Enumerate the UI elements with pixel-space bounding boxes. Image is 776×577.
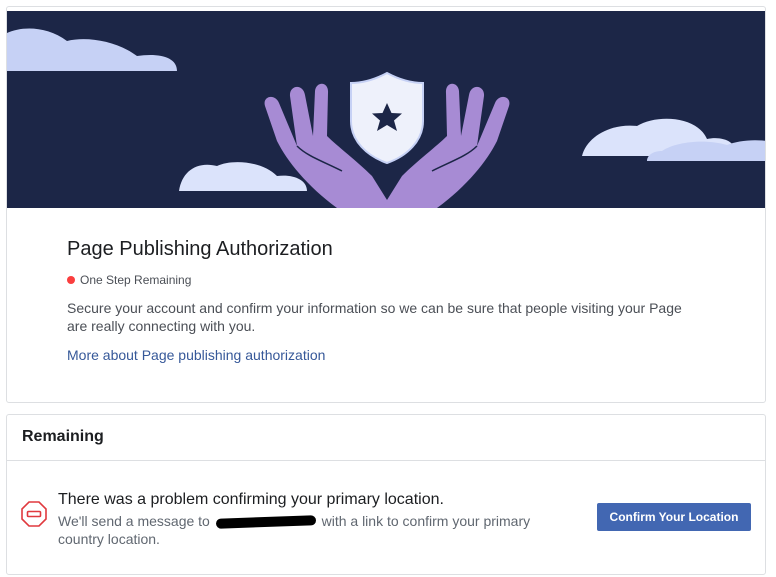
stop-sign-icon: [21, 501, 47, 527]
status-text: One Step Remaining: [80, 273, 192, 287]
status-row: One Step Remaining: [67, 273, 707, 287]
section-header: Remaining: [7, 415, 765, 461]
authorization-card: Page Publishing Authorization One Step R…: [6, 6, 766, 403]
page-title: Page Publishing Authorization: [67, 238, 333, 260]
redacted-mark: [215, 515, 316, 530]
cloud-top-left: [7, 28, 177, 71]
remaining-item: There was a problem confirming your prim…: [7, 461, 765, 574]
remaining-card: Remaining There was a problem confirming…: [6, 414, 766, 575]
cloud-mid-left: [179, 162, 307, 191]
cloud-right: [582, 118, 765, 161]
banner: [7, 11, 765, 208]
shield-star-icon: [350, 71, 424, 165]
red-dot-icon: [67, 276, 75, 284]
desc-before: We'll send a message to: [58, 513, 210, 529]
hands-shield-illustration: [7, 28, 765, 208]
authorization-info: Page Publishing Authorization One Step R…: [67, 237, 707, 365]
description: Secure your account and confirm your inf…: [67, 300, 682, 334]
confirm-location-button[interactable]: Confirm Your Location: [597, 503, 751, 531]
more-about-link[interactable]: More about Page publishing authorization: [67, 347, 325, 363]
problem-description: We'll send a message to with a link to c…: [58, 512, 558, 548]
problem-title: There was a problem confirming your prim…: [58, 491, 444, 508]
